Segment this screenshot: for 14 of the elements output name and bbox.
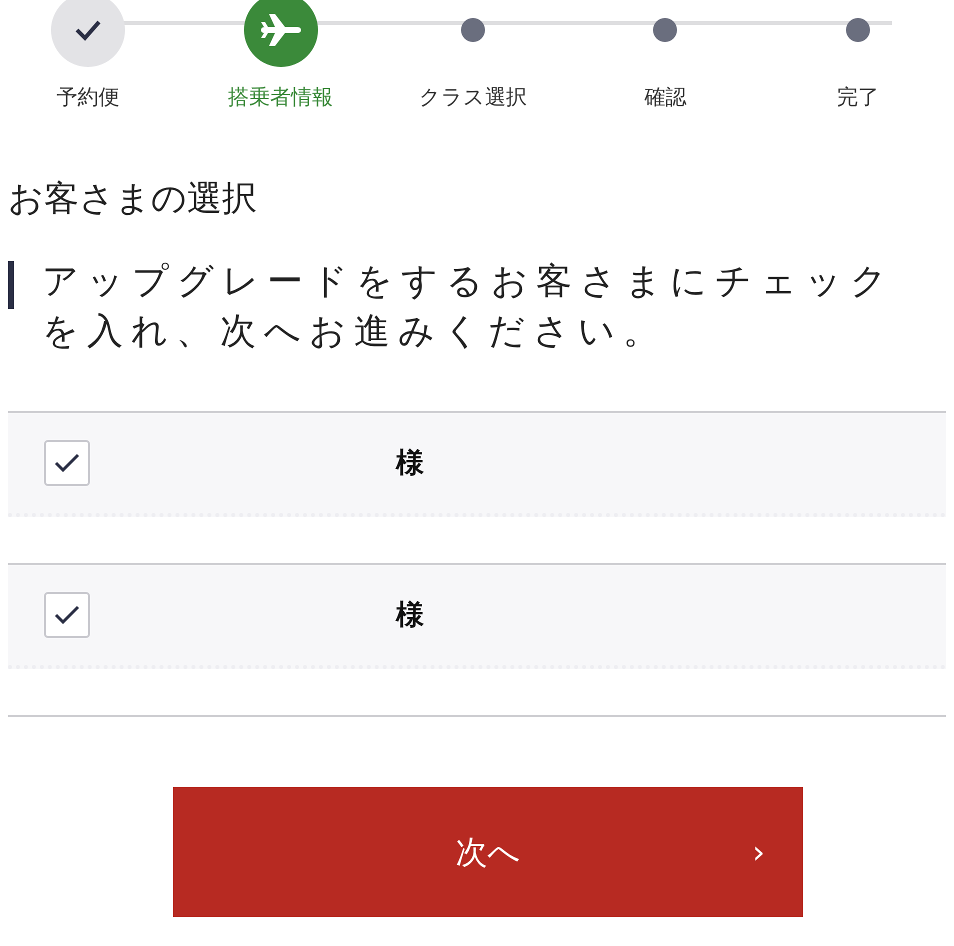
instruction-text: アップグレードをするお客さまにチェックを入れ、次へお進みください。: [42, 260, 896, 354]
passenger-name: 様: [396, 597, 424, 633]
check-icon: [54, 453, 80, 473]
next-button[interactable]: 次へ ›: [173, 787, 803, 917]
step-label: 予約便: [56, 84, 120, 111]
step-label: 確認: [644, 84, 686, 111]
step-label: 搭乗者情報: [228, 84, 334, 111]
checkbox[interactable]: [44, 592, 90, 638]
page-title: お客さまの選択: [8, 178, 258, 221]
step-label: 完了: [836, 84, 879, 111]
checkbox[interactable]: [44, 440, 90, 486]
step-label: クラス選択: [419, 84, 528, 111]
passenger-name: 様: [396, 445, 424, 481]
check-icon: [54, 605, 80, 625]
